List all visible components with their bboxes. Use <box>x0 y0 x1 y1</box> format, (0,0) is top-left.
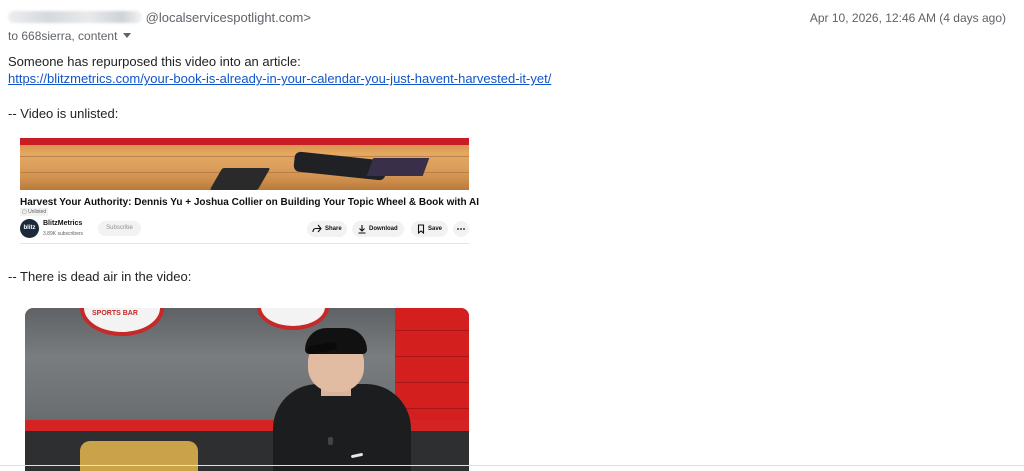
channel-avatar[interactable]: blitz <box>20 219 39 238</box>
unlisted-badge: ▢ Unlisted <box>20 208 49 216</box>
share-button[interactable]: Share <box>307 221 347 237</box>
subscriber-count: 3.89K subscribers <box>43 231 84 237</box>
share-label: Share <box>325 226 342 232</box>
email-date: Apr 10, 2026, 12:46 AM (4 days ago) <box>809 11 1006 25</box>
sender-email: @localservicespotlight.com> <box>145 10 311 25</box>
share-icon <box>312 224 322 233</box>
intro-text: Someone has repurposed this video into a… <box>8 54 301 69</box>
dead-air-video-screenshot[interactable]: SPORTS BAR <box>25 308 469 471</box>
youtube-video-card[interactable]: Harvest Your Authority: Dennis Yu + Josh… <box>20 138 479 245</box>
unlisted-note: -- Video is unlisted: <box>8 106 119 121</box>
chair <box>80 441 198 471</box>
sender-line: @localservicespotlight.com> <box>8 10 311 25</box>
download-button[interactable]: Download <box>352 221 404 237</box>
card-divider <box>20 243 469 244</box>
save-icon <box>417 224 425 234</box>
recipients-text: to 668sierra, content <box>8 29 118 43</box>
article-link[interactable]: https://blitzmetrics.com/your-book-is-al… <box>8 71 551 86</box>
more-options-button[interactable] <box>453 221 469 237</box>
second-logo <box>257 308 329 330</box>
recipients-toggle[interactable]: to 668sierra, content <box>8 29 132 43</box>
logo-text: SPORTS BAR <box>92 310 138 317</box>
bottom-divider <box>0 465 1024 466</box>
dead-air-note: -- There is dead air in the video: <box>8 269 192 284</box>
more-horizontal-icon <box>457 228 465 230</box>
save-label: Save <box>428 226 443 232</box>
video-title[interactable]: Harvest Your Authority: Dennis Yu + Josh… <box>20 197 479 208</box>
redacted-sender-name <box>8 11 142 23</box>
channel-name[interactable]: BlitzMetrics <box>43 220 82 227</box>
video-thumbnail[interactable] <box>20 138 469 190</box>
chevron-down-icon[interactable] <box>123 33 132 38</box>
download-label: Download <box>369 226 398 232</box>
lapel-mic <box>328 437 333 445</box>
person-hoodie <box>273 384 411 471</box>
subscribe-button[interactable]: Subscribe <box>98 221 141 236</box>
download-icon <box>358 225 366 234</box>
save-button[interactable]: Save <box>411 221 448 237</box>
